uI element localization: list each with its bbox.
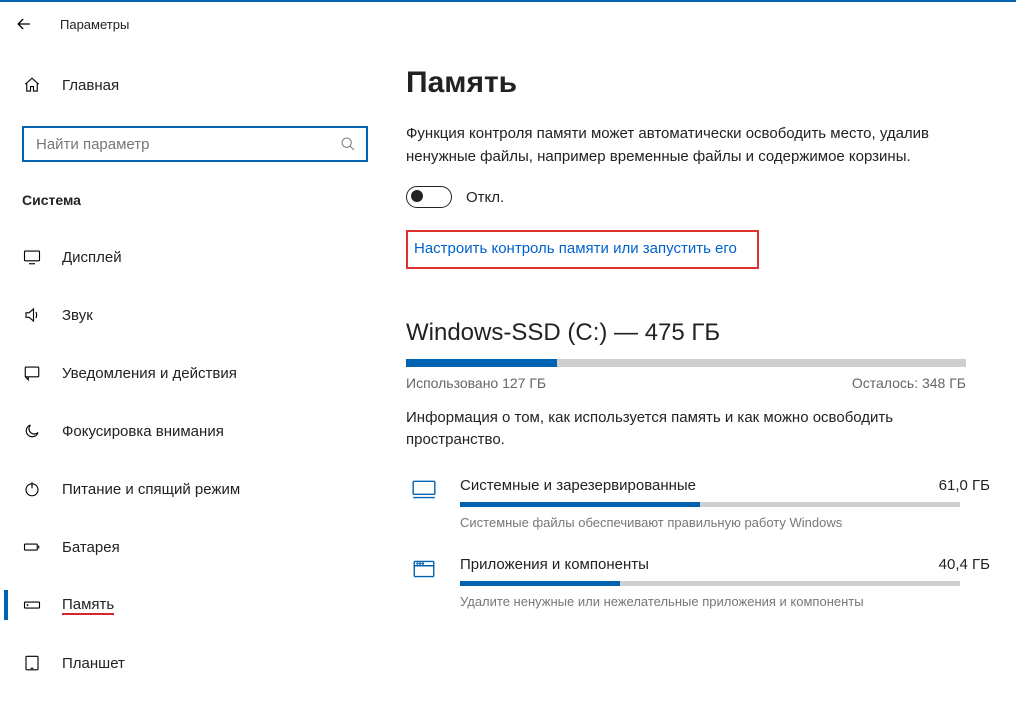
storage-sense-toggle[interactable] bbox=[406, 186, 452, 208]
sidebar-item-label: Батарея bbox=[62, 539, 120, 556]
category-title: Системные и зарезервированные bbox=[460, 477, 696, 494]
home-label: Главная bbox=[62, 77, 119, 94]
sidebar-item-label: Уведомления и действия bbox=[62, 365, 237, 382]
category-system[interactable]: Системные и зарезервированные 61,0 ГБ Си… bbox=[406, 477, 994, 530]
tablet-icon bbox=[22, 654, 42, 672]
display-icon bbox=[22, 248, 42, 266]
search-icon bbox=[340, 136, 356, 152]
power-icon bbox=[22, 480, 42, 498]
sidebar-item-battery[interactable]: Батарея bbox=[22, 526, 386, 568]
sidebar-item-label: Планшет bbox=[62, 655, 125, 672]
sidebar-item-notifications[interactable]: Уведомления и действия bbox=[22, 352, 386, 394]
moon-icon bbox=[22, 422, 42, 440]
sidebar-item-storage[interactable]: Память bbox=[22, 584, 386, 626]
sidebar-item-focus[interactable]: Фокусировка внимания bbox=[22, 410, 386, 452]
search-box[interactable] bbox=[22, 126, 368, 162]
storage-sense-description: Функция контроля памяти может автоматиче… bbox=[406, 122, 994, 168]
window-title: Параметры bbox=[60, 17, 129, 32]
back-button[interactable] bbox=[6, 6, 42, 42]
category-bar bbox=[460, 502, 960, 507]
drive-title: Windows-SSD (C:) — 475 ГБ bbox=[406, 319, 994, 347]
sound-icon bbox=[22, 306, 42, 324]
category-apps[interactable]: Приложения и компоненты 40,4 ГБ Удалите … bbox=[406, 556, 994, 609]
storage-sense-toggle-label: Откл. bbox=[466, 189, 504, 206]
sidebar-item-display[interactable]: Дисплей bbox=[22, 236, 386, 278]
page-title: Память bbox=[406, 66, 994, 100]
sidebar-group-title: Система bbox=[22, 192, 386, 208]
drive-usage-fill bbox=[406, 359, 557, 367]
home-link[interactable]: Главная bbox=[22, 66, 386, 104]
sidebar-item-power[interactable]: Питание и спящий режим bbox=[22, 468, 386, 510]
sidebar-item-label: Дисплей bbox=[62, 249, 122, 266]
sidebar-item-label: Фокусировка внимания bbox=[62, 423, 224, 440]
sidebar-item-label: Питание и спящий режим bbox=[62, 481, 240, 498]
sidebar-item-sound[interactable]: Звук bbox=[22, 294, 386, 336]
category-desc: Системные файлы обеспечивают правильную … bbox=[460, 515, 994, 530]
notifications-icon bbox=[22, 364, 42, 382]
category-bar-fill bbox=[460, 502, 700, 507]
battery-icon bbox=[22, 538, 42, 556]
drive-info-text: Информация о том, как используется памят… bbox=[406, 407, 994, 451]
apps-icon bbox=[406, 556, 442, 582]
window-header: Параметры bbox=[0, 2, 1016, 46]
main-pane: Память Функция контроля памяти может авт… bbox=[396, 46, 1016, 720]
category-title: Приложения и компоненты bbox=[460, 556, 649, 573]
storage-icon bbox=[22, 596, 42, 614]
desktop-icon bbox=[406, 477, 442, 503]
drive-free-label: Осталось: 348 ГБ bbox=[852, 375, 966, 391]
drive-used-label: Использовано 127 ГБ bbox=[406, 375, 546, 391]
sidebar-item-tablet[interactable]: Планшет bbox=[22, 642, 386, 684]
sidebar-item-label: Память bbox=[62, 596, 114, 615]
drive-usage-bar bbox=[406, 359, 966, 367]
home-icon bbox=[22, 76, 42, 94]
arrow-left-icon bbox=[14, 14, 34, 34]
configure-storage-sense-link[interactable]: Настроить контроль памяти или запустить … bbox=[406, 230, 759, 269]
category-size: 40,4 ГБ bbox=[939, 556, 990, 573]
sidebar-item-label: Звук bbox=[62, 307, 93, 324]
search-input[interactable] bbox=[34, 135, 314, 154]
category-desc: Удалите ненужные или нежелательные прило… bbox=[460, 594, 994, 609]
category-bar bbox=[460, 581, 960, 586]
sidebar: Главная Система Дисплей Звук Уведомления… bbox=[0, 46, 396, 720]
category-size: 61,0 ГБ bbox=[939, 477, 990, 494]
category-bar-fill bbox=[460, 581, 620, 586]
